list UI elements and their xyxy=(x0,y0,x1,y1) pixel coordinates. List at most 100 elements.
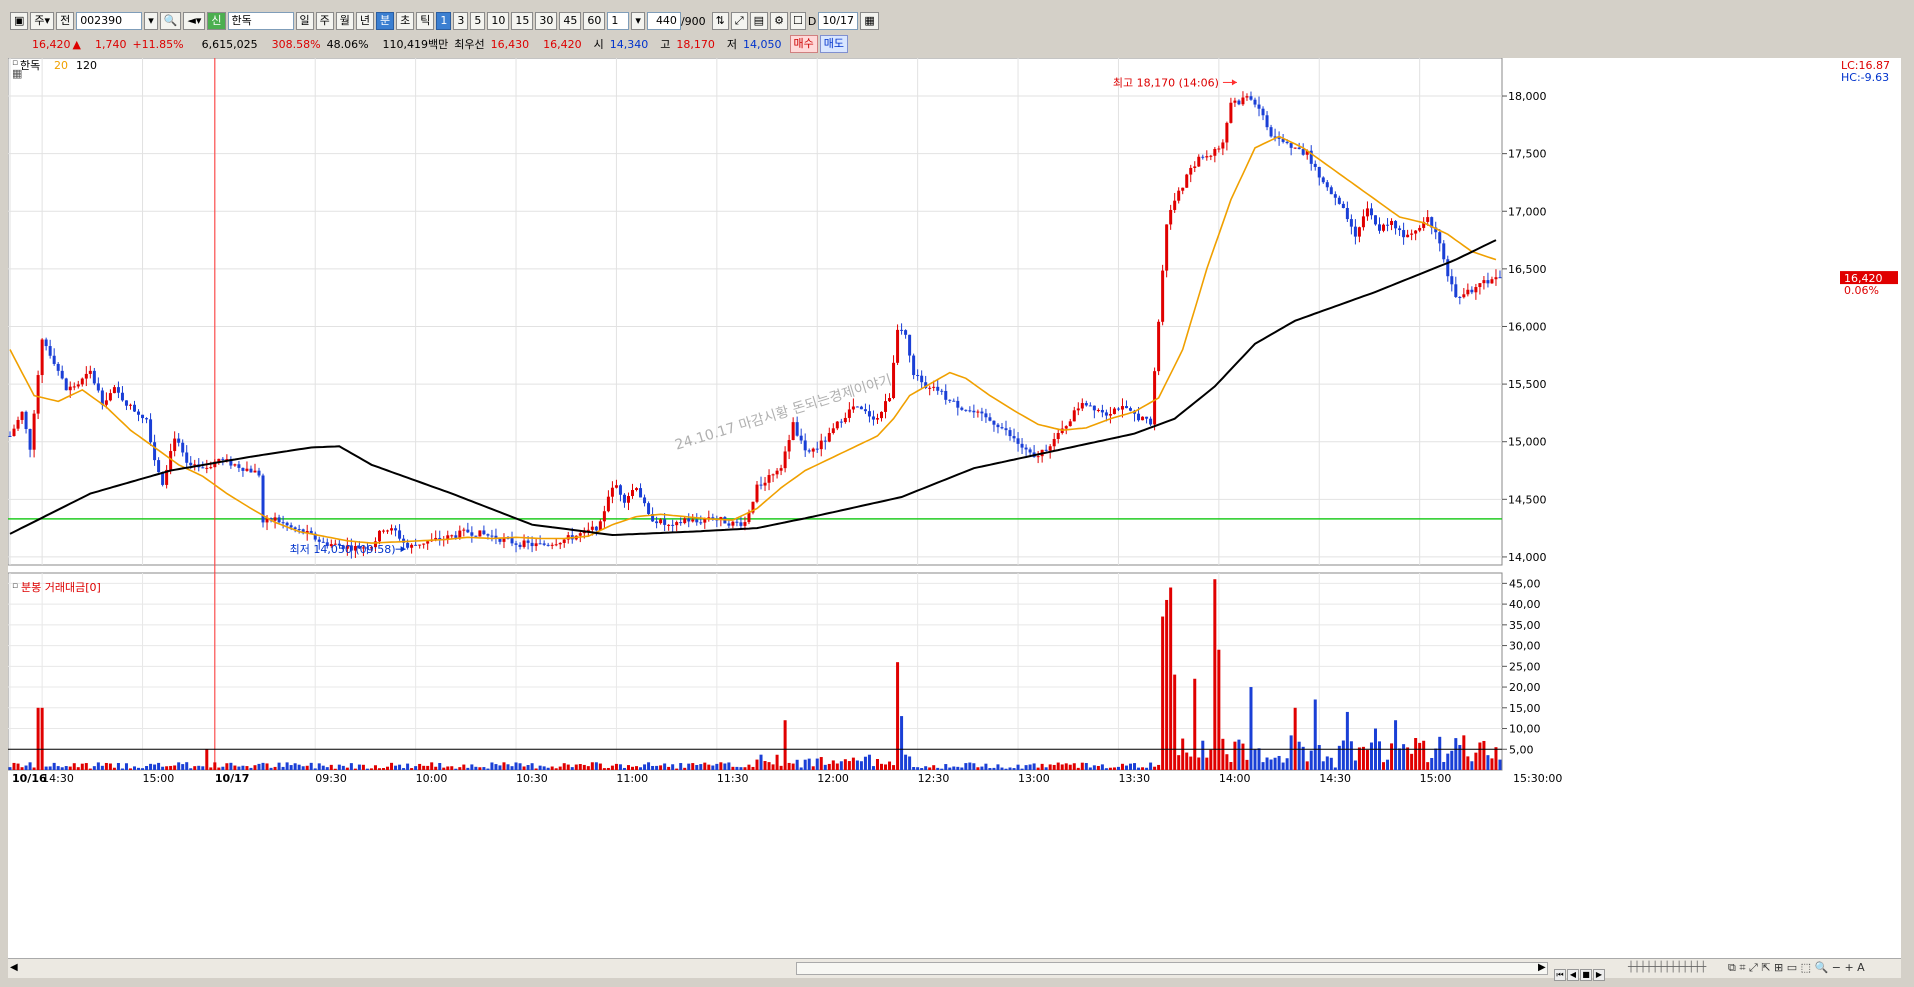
scroll-thumb[interactable] xyxy=(796,962,1548,975)
candle-body xyxy=(755,484,759,502)
candle-body xyxy=(241,467,245,471)
code-dropdown-icon[interactable]: ▾ xyxy=(144,12,158,30)
candle-body xyxy=(1329,187,1333,195)
volume-bar xyxy=(12,762,16,770)
save-icon[interactable]: ▤ xyxy=(749,12,769,30)
interval-dropdown-icon[interactable]: ▾ xyxy=(631,12,645,30)
settings-icon[interactable]: ⚙ xyxy=(770,12,788,30)
candle-body xyxy=(1068,421,1072,427)
indicator-icon[interactable]: ⇅ xyxy=(711,12,729,30)
candle-body xyxy=(655,521,659,524)
code-input[interactable]: 002390 xyxy=(76,12,143,30)
candle-body xyxy=(960,407,964,410)
search-icon[interactable]: 🔍 xyxy=(159,12,182,30)
date-input[interactable]: 10/17 xyxy=(818,12,859,30)
buy-button[interactable]: 매수 xyxy=(789,35,818,53)
volume-bar xyxy=(896,662,900,770)
volume-bar xyxy=(839,761,843,770)
volume-bar xyxy=(1466,756,1470,770)
interval-5[interactable]: 5 xyxy=(470,12,486,30)
time-tick-label: 12:30 xyxy=(918,772,950,785)
candle-body xyxy=(474,535,478,537)
candle-body xyxy=(683,518,687,524)
scroll-right-icon[interactable]: ▶ xyxy=(1538,962,1546,973)
chart-area[interactable]: 24.10.17 마감시황 돈되는경제이야기 14,000 14,500 15,00… xyxy=(7,57,1901,958)
candle-body xyxy=(1297,147,1301,150)
volume-bar xyxy=(100,765,104,770)
volume-bar xyxy=(932,765,936,770)
period-month[interactable]: 월 xyxy=(335,12,354,30)
candle-body xyxy=(32,413,36,450)
candle-body xyxy=(1390,221,1394,225)
interval-45[interactable]: 45 xyxy=(559,12,582,30)
d-label: D xyxy=(807,14,817,28)
first-icon[interactable]: ⏮ xyxy=(1554,969,1566,981)
time-tick-label: 12:00 xyxy=(817,772,849,785)
type-select[interactable]: 주▾ xyxy=(30,12,55,30)
sell-button[interactable]: 매도 xyxy=(819,35,849,53)
date-checkbox[interactable]: ☐ xyxy=(789,12,806,30)
interval-30[interactable]: 30 xyxy=(535,12,558,30)
volume-bar xyxy=(185,762,189,770)
volume-bar xyxy=(1124,765,1128,770)
candle-body xyxy=(952,400,956,402)
candle-body xyxy=(64,378,68,391)
volume-bar xyxy=(908,756,912,770)
price-tick-label: 15,500 xyxy=(1508,378,1547,391)
count-input[interactable]: 440 xyxy=(646,12,681,30)
volume-bar xyxy=(16,763,20,770)
layout-icon[interactable]: ▣ xyxy=(10,12,29,30)
interval-3[interactable]: 3 xyxy=(453,12,469,30)
zoom-slider[interactable]: ┼┼┼┼┼┼┼┼┼┼┼┼┼ xyxy=(1628,962,1706,973)
volume-bar xyxy=(783,720,787,770)
full-button[interactable]: 전 xyxy=(56,12,75,30)
interval-15[interactable]: 15 xyxy=(511,12,534,30)
tool-icons[interactable]: ⧉ ⌗ ⤢ ⇱ ⊞ ▭ ⬚ 🔍 − + A xyxy=(1728,961,1865,975)
high-marker-arrowhead xyxy=(1231,79,1237,86)
vol-panel-icon[interactable]: ▫ xyxy=(12,581,18,591)
stock-name-field[interactable]: 한독 xyxy=(227,12,294,30)
candle-body xyxy=(92,370,96,384)
scroll-left-icon[interactable]: ◀ xyxy=(10,962,18,973)
period-second[interactable]: 초 xyxy=(396,12,415,30)
volume-bar xyxy=(189,768,193,770)
candle-body xyxy=(980,411,984,414)
candle-body xyxy=(137,411,141,415)
quote-volume: 6,615,025 xyxy=(201,37,258,51)
volume-bar xyxy=(1285,758,1289,770)
volume-bar xyxy=(831,760,835,770)
volume-bar xyxy=(811,766,815,770)
period-year[interactable]: 년 xyxy=(355,12,375,30)
next-icon[interactable]: ▶ xyxy=(1593,969,1605,981)
sound-icon[interactable]: ◄▾ xyxy=(183,12,206,30)
candle-body xyxy=(631,489,634,497)
period-minute[interactable]: 분 xyxy=(376,12,395,30)
candle-body xyxy=(1205,156,1209,158)
prev-icon[interactable]: ◀ xyxy=(1567,969,1579,981)
interval-10[interactable]: 10 xyxy=(487,12,510,30)
candle-body xyxy=(482,530,486,535)
candle-body xyxy=(1016,438,1020,444)
candle-body xyxy=(526,540,530,543)
stop-icon[interactable]: ■ xyxy=(1580,969,1592,981)
volume-bar xyxy=(948,767,952,770)
period-tick[interactable]: 틱 xyxy=(416,12,435,30)
volume-bar xyxy=(647,762,651,770)
grid-icon[interactable]: ▦ xyxy=(12,67,22,80)
volume-bar xyxy=(1353,760,1357,770)
calendar-icon[interactable]: ▦ xyxy=(860,12,879,30)
candle-body xyxy=(671,524,675,526)
candle-body xyxy=(462,529,466,531)
draw-icon[interactable]: ⤢ xyxy=(730,12,748,30)
period-day[interactable]: 일 xyxy=(295,12,314,30)
candle-body xyxy=(1450,276,1454,285)
nav-controls[interactable]: ⏮ ◀ ■ ▶ xyxy=(1553,962,1605,981)
candle-body xyxy=(1345,207,1349,220)
price-axis: 14,000 14,500 15,000 15,500 16,000 16,500 17,0… xyxy=(1502,90,1547,564)
volume-bar xyxy=(369,768,373,770)
period-week[interactable]: 주 xyxy=(315,12,334,30)
interval-60[interactable]: 60 xyxy=(583,12,606,30)
scrollbar[interactable]: ◀ ▶ ⏮ ◀ ■ ▶ ┼┼┼┼┼┼┼┼┼┼┼┼┼ ⧉ ⌗ ⤢ ⇱ ⊞ ▭ ⬚ 🔍 −… xyxy=(8,958,1901,981)
interval-input[interactable]: 1 xyxy=(607,12,630,30)
interval-1[interactable]: 1 xyxy=(436,12,452,30)
